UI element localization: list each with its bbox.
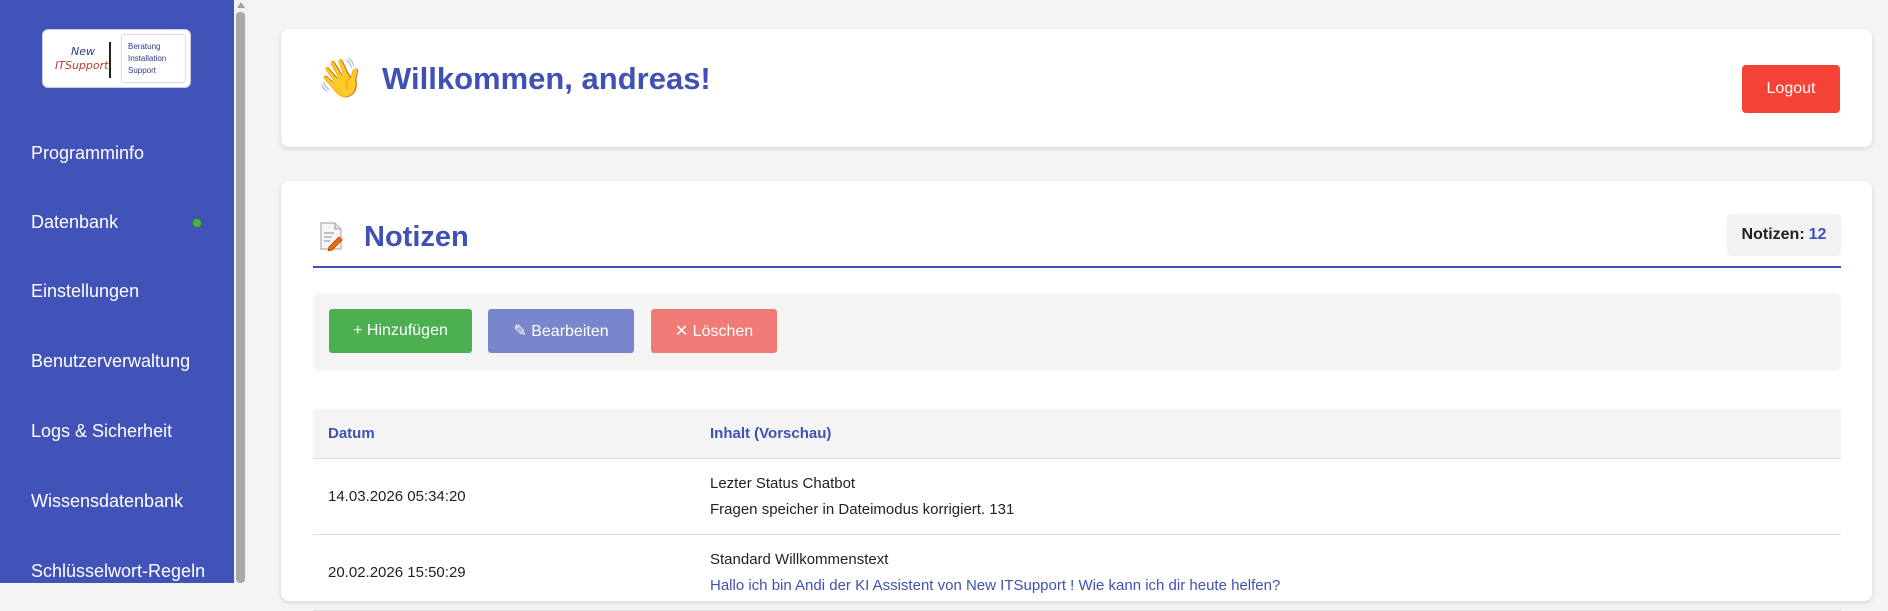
note-date: 14.03.2026 05:34:20 xyxy=(328,488,466,505)
welcome-card: 👋 Willkommen, andreas! Logout xyxy=(281,29,1872,147)
logo-figure xyxy=(109,42,111,78)
sidebar-item-logs-sicherheit[interactable]: Logs & Sicherheit xyxy=(31,421,172,442)
database-status-indicator xyxy=(192,218,202,228)
sidebar-item-schluesselwort-regeln[interactable]: Schlüsselwort-Regeln xyxy=(31,561,205,582)
table-header: Datum Inhalt (Vorschau) xyxy=(313,409,1841,459)
note-date: 20.02.2026 15:50:29 xyxy=(328,564,466,581)
logo-text-itsupport: ITSupport xyxy=(55,58,109,72)
logo-wordmark: New ITSupport xyxy=(47,34,117,83)
scroll-up-arrow-icon[interactable] xyxy=(237,2,245,8)
edit-note-button[interactable]: ✎ Bearbeiten xyxy=(488,309,634,353)
table-row[interactable]: 20.02.2026 15:50:29 Standard Willkommens… xyxy=(313,535,1841,611)
notes-count-badge: Notizen: 12 xyxy=(1727,214,1841,256)
column-header-datum[interactable]: Datum xyxy=(313,425,710,442)
logout-button[interactable]: Logout xyxy=(1742,65,1840,113)
column-header-inhalt[interactable]: Inhalt (Vorschau) xyxy=(710,425,1841,442)
notes-card: Notizen Notizen: 12 + Hinzufügen ✎ Bearb… xyxy=(281,181,1872,611)
logo-tagline: Beratung Installation Support xyxy=(121,34,186,83)
note-preview: Standard Willkommenstext Hallo ich bin A… xyxy=(710,547,1841,599)
add-note-button[interactable]: + Hinzufügen xyxy=(329,309,472,353)
memo-icon xyxy=(320,222,343,251)
note-excerpt: Hallo ich bin Andi der KI Assistent von … xyxy=(710,576,1281,594)
sidebar-item-benutzerverwaltung[interactable]: Benutzerverwaltung xyxy=(31,351,190,372)
sidebar-scrollbar[interactable] xyxy=(234,0,247,583)
note-preview: Lezter Status Chatbot Fragen speicher in… xyxy=(710,471,1841,523)
sidebar-item-wissensdatenbank[interactable]: Wissensdatenbank xyxy=(31,491,183,512)
notes-heading: Notizen xyxy=(364,221,469,253)
sidebar-item-programminfo[interactable]: Programminfo xyxy=(31,143,144,164)
note-title: Lezter Status Chatbot xyxy=(710,474,856,492)
sidebar: New ITSupport Beratung Installation Supp… xyxy=(0,0,234,583)
scrollbar-thumb[interactable] xyxy=(236,12,245,583)
notes-count-label: Notizen: xyxy=(1741,226,1805,243)
note-excerpt: Fragen speicher in Dateimodus korrigiert… xyxy=(710,500,1015,518)
delete-note-button[interactable]: ✕ Löschen xyxy=(651,309,777,353)
logo-text-new: New xyxy=(71,44,95,58)
logo-tagline-line: Installation xyxy=(128,53,167,63)
note-title: Standard Willkommenstext xyxy=(710,550,889,568)
sidebar-item-datenbank[interactable]: Datenbank xyxy=(31,212,118,233)
notes-table: Datum Inhalt (Vorschau) 14.03.2026 05:34… xyxy=(313,409,1841,611)
logo-tagline-line: Support xyxy=(128,65,157,75)
welcome-heading: Willkommen, andreas! xyxy=(382,61,711,96)
waving-hand-icon: 👋 xyxy=(317,58,365,100)
notes-count-value: 12 xyxy=(1808,226,1827,243)
company-logo[interactable]: New ITSupport Beratung Installation Supp… xyxy=(42,29,191,88)
sidebar-item-einstellungen[interactable]: Einstellungen xyxy=(31,281,139,302)
heading-divider xyxy=(313,266,1841,268)
notes-toolbar: + Hinzufügen ✎ Bearbeiten ✕ Löschen xyxy=(313,293,1841,371)
logo-tagline-line: Beratung xyxy=(128,41,161,51)
table-row[interactable]: 14.03.2026 05:34:20 Lezter Status Chatbo… xyxy=(313,459,1841,535)
